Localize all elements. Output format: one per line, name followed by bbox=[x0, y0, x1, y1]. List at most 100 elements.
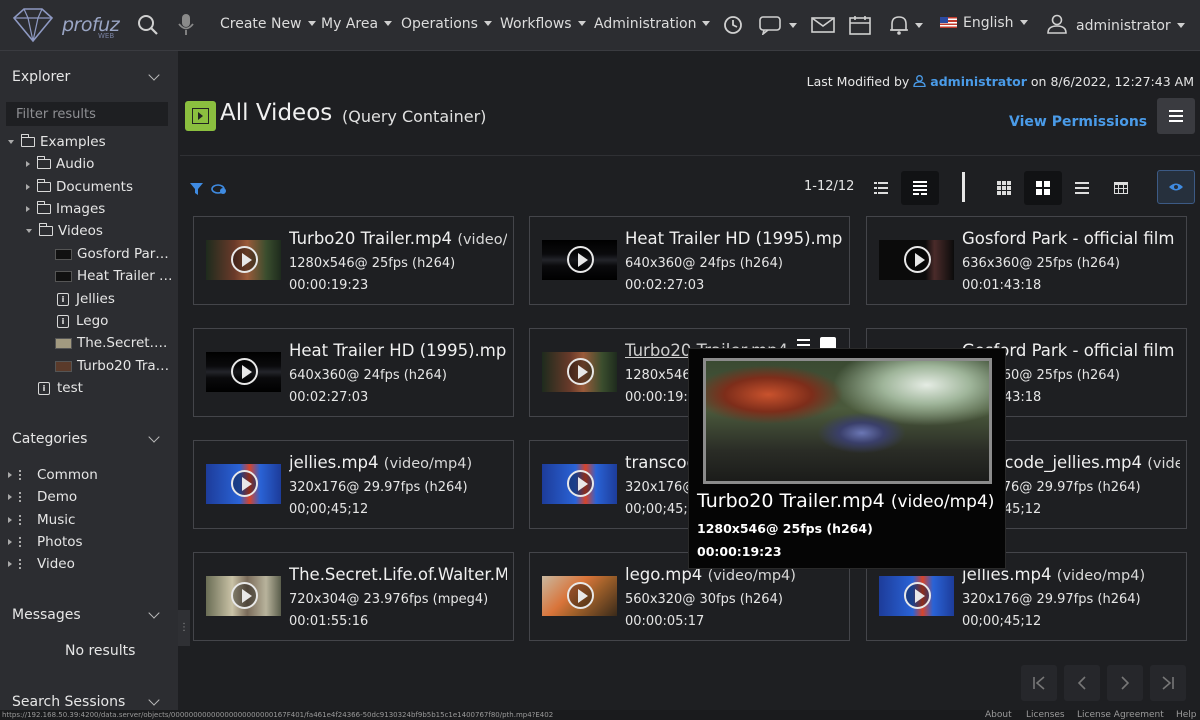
microphone-icon[interactable] bbox=[173, 12, 199, 38]
tree-item-gosford[interactable]: Gosford Par… bbox=[55, 244, 169, 264]
video-card[interactable]: Heat Trailer HD (1995).mp4 640x360@ 24fp… bbox=[529, 216, 850, 305]
video-card[interactable]: jellies.mp4 (video/mp4) 320x176@ 29.97fps… bbox=[193, 440, 514, 529]
category-photos[interactable]: Photos bbox=[8, 532, 83, 552]
expand-toggle-icon[interactable] bbox=[8, 140, 14, 144]
next-page-button[interactable] bbox=[1107, 665, 1143, 701]
play-icon[interactable] bbox=[231, 246, 258, 273]
view-permissions-link[interactable]: View Permissions bbox=[1009, 113, 1175, 130]
video-thumbnail[interactable] bbox=[206, 352, 281, 392]
chevron-down-icon[interactable] bbox=[148, 607, 160, 619]
video-thumbnail[interactable] bbox=[542, 576, 617, 616]
play-icon[interactable] bbox=[567, 582, 594, 609]
filter-icon[interactable] bbox=[190, 180, 203, 199]
history-icon[interactable] bbox=[720, 12, 746, 38]
footer-licenses-link[interactable]: Licenses bbox=[1026, 710, 1065, 720]
tree-item-turbo[interactable]: Turbo20 Tra… bbox=[55, 356, 169, 376]
tree-item-lego[interactable]: i Lego bbox=[57, 311, 108, 331]
expand-toggle-icon[interactable] bbox=[8, 561, 12, 567]
play-icon[interactable] bbox=[567, 470, 594, 497]
language-selector[interactable]: English bbox=[940, 15, 1028, 31]
filter-results-field[interactable] bbox=[6, 102, 168, 126]
calendar-icon[interactable] bbox=[847, 12, 873, 38]
expand-toggle-icon[interactable] bbox=[8, 517, 12, 523]
play-icon[interactable] bbox=[904, 246, 931, 273]
tree-item-documents[interactable]: Documents bbox=[26, 177, 133, 197]
mail-icon[interactable] bbox=[810, 12, 836, 38]
category-music[interactable]: Music bbox=[8, 510, 75, 530]
play-icon[interactable] bbox=[567, 246, 594, 273]
play-icon[interactable] bbox=[231, 358, 258, 385]
profuz-logo[interactable]: profuz WEB bbox=[10, 6, 125, 44]
video-thumbnail[interactable] bbox=[542, 464, 617, 504]
tree-item-jellies[interactable]: i Jellies bbox=[57, 289, 115, 309]
nav-administration[interactable]: Administration bbox=[594, 16, 711, 32]
expand-toggle-icon[interactable] bbox=[26, 161, 30, 167]
expand-toggle-icon[interactable] bbox=[8, 472, 12, 478]
tree-item-videos[interactable]: Videos bbox=[26, 221, 103, 241]
nav-operations[interactable]: Operations bbox=[401, 16, 492, 32]
bell-icon[interactable] bbox=[885, 12, 927, 38]
small-grid-view-button[interactable] bbox=[985, 171, 1023, 205]
nav-create-new[interactable]: Create New bbox=[220, 16, 316, 32]
video-thumbnail[interactable] bbox=[879, 240, 954, 280]
video-title[interactable]: The.Secret.Life.of.Walter.Mitty bbox=[289, 565, 507, 584]
footer-about-link[interactable]: About bbox=[985, 710, 1012, 720]
last-modified-user[interactable]: administrator bbox=[930, 74, 1027, 89]
table-view-button[interactable] bbox=[1102, 171, 1140, 205]
chevron-down-icon[interactable] bbox=[148, 431, 160, 443]
video-card[interactable]: Gosford Park - official film trailer 636… bbox=[866, 216, 1187, 305]
video-card[interactable]: Heat Trailer HD (1995).mp4 640x360@ 24fp… bbox=[193, 328, 514, 417]
preview-toggle-button[interactable] bbox=[1157, 170, 1195, 204]
expand-toggle-icon[interactable] bbox=[8, 494, 12, 500]
previous-page-button[interactable] bbox=[1064, 665, 1100, 701]
chevron-down-icon[interactable] bbox=[148, 694, 160, 706]
filter-results-input[interactable] bbox=[6, 102, 168, 126]
expand-toggle-icon[interactable] bbox=[8, 539, 12, 545]
video-card[interactable]: Turbo20 Trailer.mp4 (video/mp4)1280x546@… bbox=[193, 216, 514, 305]
play-icon[interactable] bbox=[567, 358, 594, 385]
card-details-view-button[interactable] bbox=[901, 171, 939, 205]
sidebar-resize-handle[interactable]: ⋮ bbox=[178, 610, 190, 646]
chevron-down-icon[interactable] bbox=[148, 69, 160, 81]
list-view-button[interactable] bbox=[1063, 171, 1101, 205]
video-title[interactable]: Heat Trailer HD (1995).mp4 bbox=[625, 229, 843, 248]
expand-toggle-icon[interactable] bbox=[26, 206, 30, 212]
tree-item-test[interactable]: i test bbox=[38, 378, 83, 398]
category-common[interactable]: Common bbox=[8, 465, 98, 485]
play-icon[interactable] bbox=[904, 582, 931, 609]
filter-settings-icon[interactable] bbox=[211, 180, 227, 199]
expand-toggle-icon[interactable] bbox=[26, 184, 30, 190]
video-thumbnail[interactable] bbox=[879, 576, 954, 616]
container-menu-button[interactable] bbox=[1157, 98, 1195, 134]
nav-workflows[interactable]: Workflows bbox=[500, 16, 586, 32]
tree-item-images[interactable]: Images bbox=[26, 199, 105, 219]
video-thumbnail[interactable] bbox=[206, 464, 281, 504]
explorer-section-title[interactable]: Explorer bbox=[12, 69, 70, 85]
large-grid-view-button[interactable] bbox=[1024, 171, 1062, 205]
video-card[interactable]: The.Secret.Life.of.Walter.Mitty 720x304@… bbox=[193, 552, 514, 641]
list-details-view-button[interactable] bbox=[862, 171, 900, 205]
expand-toggle-icon[interactable] bbox=[26, 229, 32, 233]
tree-item-audio[interactable]: Audio bbox=[26, 154, 94, 174]
video-title[interactable]: Gosford Park - official film trailer bbox=[962, 229, 1180, 248]
play-icon[interactable] bbox=[231, 582, 258, 609]
video-title[interactable]: jellies.mp4 (video/mp4) bbox=[289, 453, 507, 472]
video-thumbnail[interactable] bbox=[542, 240, 617, 280]
video-title[interactable]: Heat Trailer HD (1995).mp4 bbox=[289, 341, 507, 360]
first-page-button[interactable] bbox=[1021, 665, 1057, 701]
last-page-button[interactable] bbox=[1150, 665, 1186, 701]
category-demo[interactable]: Demo bbox=[8, 487, 77, 507]
video-thumbnail[interactable] bbox=[206, 240, 281, 280]
messages-section-title[interactable]: Messages bbox=[12, 607, 81, 623]
search-sessions-section-title[interactable]: Search Sessions bbox=[12, 694, 125, 710]
nav-my-area[interactable]: My Area bbox=[321, 16, 393, 32]
footer-help-link[interactable]: Help bbox=[1176, 710, 1197, 720]
user-menu[interactable]: administrator bbox=[1046, 14, 1185, 34]
play-icon[interactable] bbox=[231, 470, 258, 497]
tree-item-heat[interactable]: Heat Trailer … bbox=[55, 266, 173, 286]
video-title[interactable]: Turbo20 Trailer.mp4 (video/mp4) bbox=[289, 229, 507, 248]
search-icon[interactable] bbox=[135, 12, 161, 38]
video-thumbnail[interactable] bbox=[206, 576, 281, 616]
category-video[interactable]: Video bbox=[8, 554, 75, 574]
tree-item-secret-life[interactable]: The.Secret…. bbox=[55, 333, 167, 353]
